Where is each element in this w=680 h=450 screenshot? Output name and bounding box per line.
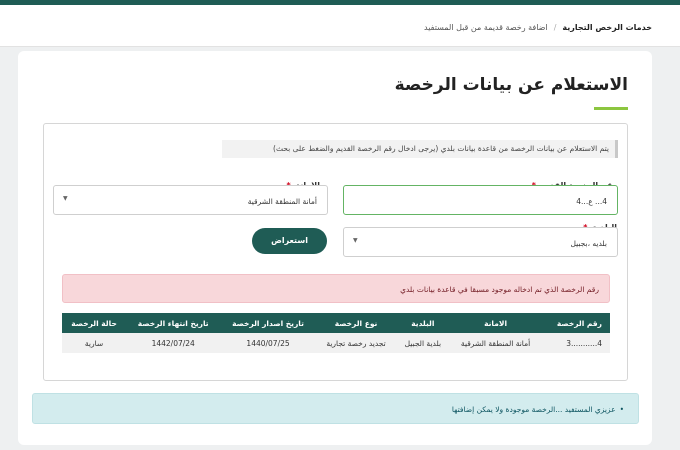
bullet-icon: • — [619, 405, 624, 414]
title-underline — [594, 107, 628, 110]
breadcrumb-separator: / — [553, 23, 557, 32]
table-header-row: رقم الرخصة الامانة البلدية نوع الرخصة تا… — [62, 313, 610, 333]
table-cell: 4...........3 — [541, 333, 610, 353]
info-alert: •عزيزي المستفيد ...الرخصة موجودة ولا يمك… — [32, 393, 639, 424]
table-cell: سارية — [62, 333, 127, 353]
table-header-cell: البلدية — [396, 313, 450, 333]
breadcrumb: خدمات الرخص التجارية / اضافة رخصة قديمة … — [424, 23, 652, 32]
old-license-input[interactable]: 4... ع...4 — [343, 185, 618, 215]
table-header-cell: رقم الرخصة — [541, 313, 610, 333]
table-header-cell: تاريخ اصدار الرخصة — [220, 313, 316, 333]
baladiya-select[interactable]: بلديه ،بجبيل ▼ — [343, 227, 618, 257]
chevron-down-icon: ▼ — [63, 195, 68, 202]
main-card: الاستعلام عن بيانات الرخصة يتم الاستعلام… — [18, 51, 652, 445]
table-cell: تجديد رخصة تجارية — [315, 333, 397, 353]
error-alert: رقم الرخصة الذي تم ادخاله موجود مسبقا في… — [62, 274, 610, 303]
table-cell: 1440/07/25 — [220, 333, 316, 353]
breadcrumb-root-link[interactable]: خدمات الرخص التجارية — [562, 23, 652, 32]
table-header-cell: حالة الرخصة — [62, 313, 127, 333]
results-table: رقم الرخصة الامانة البلدية نوع الرخصة تا… — [62, 313, 610, 353]
info-alert-text: عزيزي المستفيد ...الرخصة موجودة ولا يمكن… — [451, 405, 616, 414]
breadcrumb-current: اضافة رخصة قديمة من قبل المستفيد — [424, 23, 548, 32]
chevron-down-icon: ▼ — [353, 237, 358, 244]
table-cell: 1442/07/24 — [126, 333, 221, 353]
table-header-cell: نوع الرخصة — [315, 313, 397, 333]
amana-select[interactable]: أمانة المنطقة الشرقية ▼ — [53, 185, 328, 215]
table-cell: أمانة المنطقة الشرقية — [449, 333, 542, 353]
table-header-cell: الامانة — [449, 313, 542, 333]
table-cell: بلدية الجبيل — [396, 333, 450, 353]
header-bar: خدمات الرخص التجارية / اضافة رخصة قديمة … — [0, 5, 680, 47]
info-note: يتم الاستعلام عن بيانات الرخصة من قاعدة … — [222, 140, 618, 158]
query-panel: يتم الاستعلام عن بيانات الرخصة من قاعدة … — [43, 123, 628, 381]
page-title: الاستعلام عن بيانات الرخصة — [394, 75, 628, 95]
query-button[interactable]: استعراض — [252, 228, 327, 254]
old-license-value: 4... ع...4 — [576, 197, 607, 206]
amana-selected-value: أمانة المنطقة الشرقية — [247, 197, 317, 206]
baladiya-selected-value: بلديه ،بجبيل — [570, 239, 607, 248]
table-header-cell: تاريخ انتهاء الرخصة — [126, 313, 221, 333]
table-row: 4...........3 أمانة المنطقة الشرقية بلدي… — [62, 333, 610, 353]
